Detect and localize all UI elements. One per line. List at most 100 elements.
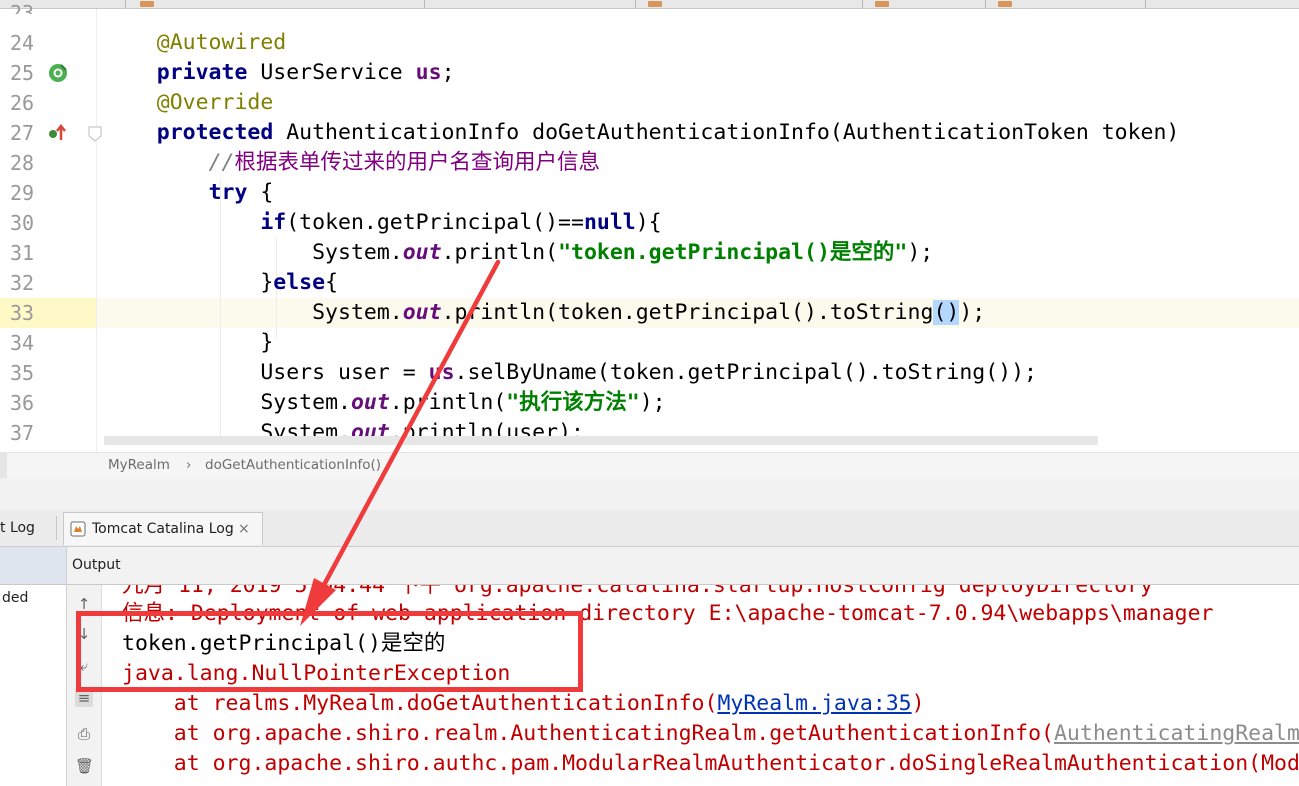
code-text: } [260, 330, 274, 355]
code-text: .println(token.getPrincipal().toString [441, 300, 934, 325]
code-text: ; [441, 60, 455, 85]
line-number: 31 [10, 241, 35, 265]
tab-partial-log[interactable]: t Log [0, 512, 35, 544]
code-text: ){ [635, 210, 662, 235]
static-field-token: out [350, 390, 390, 415]
code-text: { [247, 180, 274, 205]
code-text: { [325, 270, 339, 295]
comment-token: 根据表单传过来的用户名查询用户信息 [234, 150, 600, 175]
tomcat-icon [70, 521, 86, 537]
tab-divider [56, 516, 57, 540]
code-text: .selByUname(token.getPrincipal().toStrin… [454, 360, 1037, 385]
code-line-35[interactable]: Users user = us.selByUname(token.getPrin… [105, 358, 1037, 388]
line-number: 29 [10, 181, 35, 205]
keyword-token: if [260, 210, 287, 235]
code-text: (token.getPrincipal()== [286, 210, 584, 235]
panel-separator [0, 478, 1299, 510]
line-number: 28 [10, 151, 35, 175]
fold-marker-icon[interactable] [86, 124, 104, 144]
line-number: 24 [10, 31, 35, 55]
code-line-25[interactable]: private UserService us; [105, 58, 455, 88]
code-line-29[interactable]: try { [105, 178, 274, 208]
annotation-highlight-box [76, 611, 583, 692]
field-token: us [415, 60, 442, 85]
code-text: .println( [389, 390, 507, 415]
code-text: Users user = [260, 360, 429, 385]
code-text: System. [312, 240, 403, 265]
tab-label: t Log [0, 520, 35, 536]
code-line-24[interactable]: @Autowired [105, 28, 286, 58]
horizontal-scrollbar[interactable] [104, 436, 1098, 445]
code-line-36[interactable]: System.out.println("执行该方法"); [105, 388, 666, 418]
line-number: 32 [10, 271, 35, 295]
stack-text: ) [911, 691, 925, 716]
code-text: UserService [247, 60, 416, 85]
code-text: ); [639, 390, 666, 415]
keyword-token: protected [156, 120, 274, 145]
line-number: 30 [10, 211, 35, 235]
comment-slashes: // [208, 150, 235, 175]
line-number: 27 [10, 121, 35, 145]
breadcrumb: MyRealm › doGetAuthenticationInfo() [0, 452, 1299, 479]
stack-trace-line: at org.apache.shiro.authc.pam.ModularRea… [173, 751, 1299, 776]
close-icon[interactable]: × [238, 513, 250, 545]
stack-text: at org.apache.shiro.realm.Authenticating… [122, 721, 1054, 746]
line-number: 33 [10, 301, 35, 325]
output-title: Output [72, 557, 121, 573]
line-number: 35 [10, 361, 35, 385]
stack-trace-line: at realms.MyRealm.doGetAuthenticationInf… [122, 689, 925, 719]
editor-tab-strip[interactable] [0, 0, 1299, 9]
matched-brace-highlight: () [933, 300, 960, 325]
line-number: 25 [10, 61, 35, 85]
code-line-30[interactable]: if(token.getPrincipal()==null){ [105, 208, 662, 238]
tool-window-tabs: t Log Tomcat Catalina Log × [0, 510, 1299, 547]
override-method-icon[interactable] [47, 122, 69, 144]
print-icon[interactable]: ⎙ [75, 725, 93, 743]
keyword-token: null [583, 210, 636, 235]
line-number: 37 [10, 421, 35, 445]
tab-tomcat-catalina-log[interactable]: Tomcat Catalina Log × [63, 512, 263, 545]
stack-trace-line: at org.apache.shiro.realm.Authenticating… [122, 719, 1299, 749]
line-number: 26 [10, 91, 35, 115]
output-panel-header: Output [67, 547, 1299, 585]
stack-text: at realms.MyRealm.doGetAuthenticationInf… [122, 691, 718, 716]
source-link[interactable]: AuthenticatingRealm.java:568 [1054, 721, 1299, 746]
tab-label: Tomcat Catalina Log [92, 521, 234, 537]
breadcrumb-method[interactable]: doGetAuthenticationInfo() [205, 457, 381, 473]
code-line-31[interactable]: System.out.println("token.getPrincipal()… [105, 238, 933, 268]
code-editor[interactable]: 23 24 25 26 27 28 29 30 31 32 33 34 35 3… [0, 0, 1299, 452]
deployment-panel-header [0, 547, 66, 585]
clear-all-icon[interactable]: 🗑 [75, 757, 94, 775]
keyword-token: private [156, 60, 248, 85]
code-line-26[interactable]: @Override [105, 88, 274, 118]
breadcrumb-separator-icon: › [186, 457, 192, 473]
code-text: ); [959, 300, 986, 325]
code-line-34[interactable]: } [105, 328, 273, 358]
source-link[interactable]: MyRealm.java:35 [717, 691, 911, 716]
field-token: us [428, 360, 455, 385]
string-literal: "执行该方法" [506, 390, 640, 415]
annotation-token: @Override [156, 90, 274, 115]
line-number: 23 [10, 1, 35, 14]
code-text: ); [907, 240, 934, 265]
autowired-bean-icon[interactable] [47, 62, 69, 84]
code-text: System. [312, 300, 403, 325]
code-text: .println( [441, 240, 559, 265]
gutter-border [96, 9, 97, 452]
keyword-token: else [273, 270, 326, 295]
code-text: AuthenticationInfo doGetAuthenticationIn… [273, 120, 1206, 145]
breadcrumb-class[interactable]: MyRealm [108, 457, 170, 473]
code-line-28[interactable]: //根据表单传过来的用户名查询用户信息 [105, 148, 600, 178]
line-number: 34 [10, 331, 35, 355]
line-number: 36 [10, 391, 35, 415]
string-literal: "token.getPrincipal()是空的" [558, 240, 908, 265]
deployment-status-text: ded [2, 590, 29, 606]
code-text: System. [260, 390, 351, 415]
left-edge-accent [0, 452, 7, 478]
static-field-token: out [402, 300, 442, 325]
code-line-32[interactable]: }else{ [105, 268, 338, 298]
code-line-27[interactable]: protected AuthenticationInfo doGetAuthen… [105, 118, 1205, 148]
annotation-token: @Autowired [156, 30, 287, 55]
code-line-33[interactable]: System.out.println(token.getPrincipal().… [105, 298, 985, 328]
keyword-token: try [208, 180, 248, 205]
